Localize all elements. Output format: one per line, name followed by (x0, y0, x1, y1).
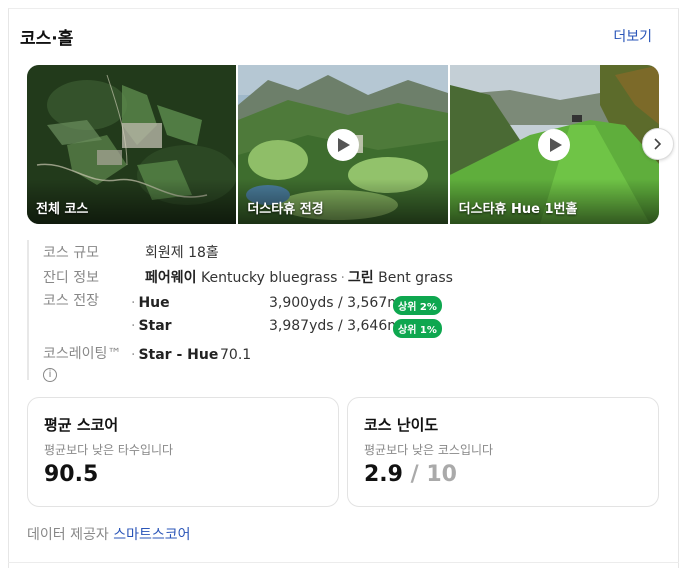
data-provider: 데이터 제공자 스마트스코어 (27, 524, 190, 544)
avg-score-value: 90.5 (44, 462, 99, 487)
difficulty-max: / 10 (410, 462, 457, 487)
section-title: 코스·홀 (20, 29, 74, 49)
difficulty-value: 2.9 / 10 (364, 462, 457, 487)
course-info: 코스 규모 회원제 18홀 잔디 정보 페어웨이 Kentucky bluegr… (27, 240, 659, 382)
length-row-star: Star 3,987yds / 3,646m 상위 1% (131, 318, 471, 338)
photo-gallery: 전체 코스 더스타휴 전경 더스타휴 Hue 1번홀 (27, 65, 659, 224)
difficulty-card: 코스 난이도 평균보다 낮은 코스입니다 2.9 / 10 (347, 397, 659, 507)
rank-badge: 상위 2% (393, 296, 442, 315)
avg-score-subtitle: 평균보다 낮은 타수입니다 (44, 443, 174, 457)
avg-score-card: 평균 스코어 평균보다 낮은 타수입니다 90.5 (27, 397, 339, 507)
info-label: 코스 전장 (43, 293, 99, 309)
info-label: 코스레이팅™ (43, 346, 122, 362)
difficulty-score: 2.9 (364, 462, 403, 487)
gallery-item-overview-video[interactable]: 더스타휴 전경 (238, 65, 448, 224)
green-label: 그린 (347, 270, 374, 286)
info-icon[interactable]: i (43, 367, 57, 382)
provider-link[interactable]: 스마트스코어 (113, 527, 190, 543)
play-icon[interactable] (326, 128, 359, 161)
section-header: 코스·홀 더보기 (20, 22, 652, 52)
gallery-caption: 더스타휴 Hue 1번홀 (458, 202, 578, 217)
difficulty-title: 코스 난이도 (364, 416, 439, 434)
avg-score-title: 평균 스코어 (44, 416, 119, 434)
course-distance: 3,987yds / 3,646m (269, 318, 401, 334)
more-link[interactable]: 더보기 (613, 26, 652, 46)
course-name: Hue (131, 295, 169, 311)
info-label: 잔디 정보 (43, 270, 99, 286)
info-value: 페어웨이 Kentucky bluegrass · 그린 Bent grass (145, 270, 453, 286)
fairway-value: Kentucky bluegrass (200, 270, 338, 286)
green-value: Bent grass (378, 270, 453, 286)
rating-row: Star - Hue 70.1 (131, 347, 471, 367)
provider-label: 데이터 제공자 (27, 527, 109, 543)
divider (8, 562, 679, 563)
rating-course-name: Star - Hue (131, 347, 218, 363)
rating-value: 70.1 (220, 347, 252, 363)
gallery-caption: 전체 코스 (36, 202, 89, 217)
course-distance: 3,900yds / 3,567m (269, 295, 401, 311)
gallery-item-hole1-video[interactable]: 더스타휴 Hue 1번홀 (449, 65, 659, 224)
gallery-next-button[interactable] (642, 128, 674, 160)
difficulty-subtitle: 평균보다 낮은 코스입니다 (364, 443, 494, 457)
info-value: 회원제 18홀 (145, 245, 219, 261)
chevron-right-icon (654, 138, 662, 150)
gallery-caption: 더스타휴 전경 (247, 202, 324, 217)
fairway-label: 페어웨이 (145, 270, 197, 286)
gallery-item-course-map[interactable]: 전체 코스 (27, 65, 237, 224)
rank-badge: 상위 1% (393, 319, 442, 338)
info-label: 코스 규모 (43, 245, 99, 261)
course-name: Star (131, 318, 171, 334)
play-icon[interactable] (538, 128, 571, 161)
length-row-hue: Hue 3,900yds / 3,567m 상위 2% (131, 295, 471, 315)
